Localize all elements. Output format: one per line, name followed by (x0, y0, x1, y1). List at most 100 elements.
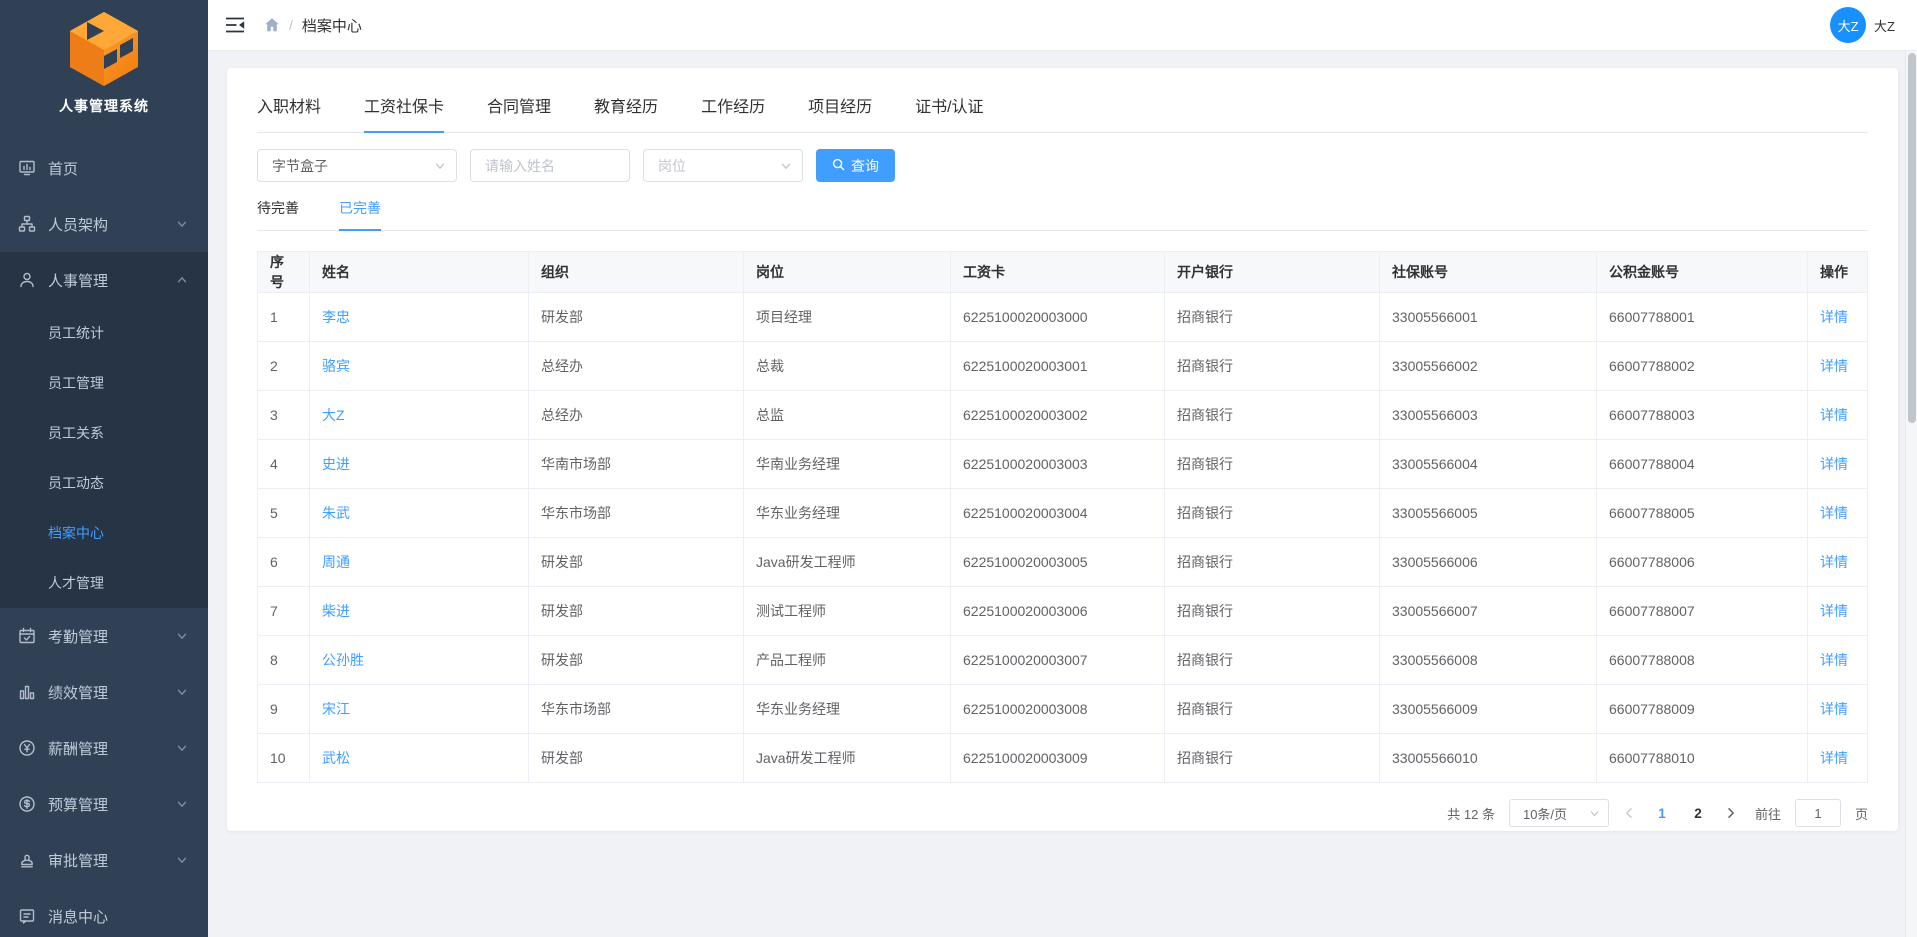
cell-org: 研发部 (529, 734, 744, 783)
cell-org: 总经办 (529, 342, 744, 391)
search-icon (832, 158, 845, 174)
cell-salary-card: 6225100020003001 (951, 342, 1165, 391)
page-scrollbar[interactable] (1905, 51, 1917, 937)
subtab[interactable]: 已完善 (339, 198, 381, 230)
sidebar-item[interactable]: 消息中心 (0, 888, 208, 937)
cell-name-link[interactable]: 李忠 (310, 293, 529, 342)
search-button[interactable]: 查询 (816, 149, 895, 182)
sidebar-group: 审批管理 (0, 832, 208, 888)
sidebar-item[interactable]: 首页 (0, 140, 208, 196)
cell-fund: 66007788002 (1597, 342, 1808, 391)
detail-link[interactable]: 详情 (1808, 391, 1868, 440)
cell-name-link[interactable]: 柴进 (310, 587, 529, 636)
home-icon[interactable] (264, 17, 280, 33)
cell-name-link[interactable]: 朱武 (310, 489, 529, 538)
tab[interactable]: 入职材料 (257, 84, 321, 132)
detail-link[interactable]: 详情 (1808, 685, 1868, 734)
sidebar-item[interactable]: 预算管理 (0, 776, 208, 832)
avatar[interactable]: 大Z (1830, 7, 1866, 43)
detail-link[interactable]: 详情 (1808, 440, 1868, 489)
sidebar-subitem[interactable]: 档案中心 (0, 508, 208, 558)
cell-position: 华南业务经理 (744, 440, 951, 489)
goto-page-input[interactable] (1795, 799, 1841, 827)
chevron-down-icon (176, 686, 188, 698)
sidebar-item[interactable]: 薪酬管理 (0, 720, 208, 776)
tab[interactable]: 工资社保卡 (364, 84, 444, 132)
cell-name-link[interactable]: 史进 (310, 440, 529, 489)
sidebar-item-label: 考勤管理 (48, 626, 108, 647)
table-row: 10武松研发部Java研发工程师6225100020003009招商银行3300… (258, 734, 1868, 783)
cell-org: 华南市场部 (529, 440, 744, 489)
sidebar-item-label: 预算管理 (48, 794, 108, 815)
goto-unit: 页 (1855, 804, 1868, 823)
cell-bank: 招商银行 (1165, 440, 1380, 489)
tab-bar: 入职材料工资社保卡合同管理教育经历工作经历项目经历证书/认证 (257, 84, 1868, 133)
detail-link[interactable]: 详情 (1808, 489, 1868, 538)
chevron-down-icon (176, 218, 188, 230)
tab[interactable]: 合同管理 (487, 84, 551, 132)
tab[interactable]: 教育经历 (594, 84, 658, 132)
sidebar-subitem[interactable]: 员工关系 (0, 408, 208, 458)
org-icon (18, 215, 36, 233)
dashboard-icon (18, 159, 36, 177)
sidebar-subitem[interactable]: 员工管理 (0, 358, 208, 408)
sidebar-item-label: 绩效管理 (48, 682, 108, 703)
detail-link[interactable]: 详情 (1808, 342, 1868, 391)
cell-salary-card: 6225100020003002 (951, 391, 1165, 440)
scrollbar-thumb[interactable] (1908, 53, 1916, 423)
prev-page-button[interactable] (1623, 807, 1635, 819)
cell-name-link[interactable]: 公孙胜 (310, 636, 529, 685)
sidebar-item[interactable]: 人员架构 (0, 196, 208, 252)
sidebar-subitem[interactable]: 人才管理 (0, 558, 208, 608)
subtab[interactable]: 待完善 (257, 198, 299, 230)
sidebar-subitem[interactable]: 员工动态 (0, 458, 208, 508)
column-header: 操作 (1808, 252, 1868, 293)
tab[interactable]: 工作经历 (701, 84, 765, 132)
chevron-down-icon (780, 160, 792, 172)
next-page-button[interactable] (1725, 807, 1737, 819)
cell-name-link[interactable]: 周通 (310, 538, 529, 587)
column-header: 社保账号 (1380, 252, 1597, 293)
archive-card: 入职材料工资社保卡合同管理教育经历工作经历项目经历证书/认证 字节盒子 岗位 (227, 68, 1898, 831)
records-table: 序号姓名组织岗位工资卡开户银行社保账号公积金账号操作 1李忠研发部项目经理622… (257, 251, 1868, 783)
cell-bank: 招商银行 (1165, 342, 1380, 391)
cell-bank: 招商银行 (1165, 293, 1380, 342)
sidebar-subitem[interactable]: 员工统计 (0, 308, 208, 358)
cell-name-link[interactable]: 武松 (310, 734, 529, 783)
cell-org: 研发部 (529, 293, 744, 342)
cell-name-link[interactable]: 大Z (310, 391, 529, 440)
sidebar-item[interactable]: 审批管理 (0, 832, 208, 888)
cell-position: 测试工程师 (744, 587, 951, 636)
page-number[interactable]: 2 (1685, 806, 1711, 821)
cell-fund: 66007788007 (1597, 587, 1808, 636)
tab[interactable]: 证书/认证 (915, 84, 983, 132)
company-select[interactable]: 字节盒子 (257, 149, 457, 182)
sidebar-item[interactable]: 绩效管理 (0, 664, 208, 720)
menu-fold-icon[interactable] (225, 16, 245, 34)
cell-index: 9 (258, 685, 310, 734)
tab[interactable]: 项目经历 (808, 84, 872, 132)
page-size-select[interactable]: 10条/页 (1509, 799, 1609, 827)
detail-link[interactable]: 详情 (1808, 538, 1868, 587)
sidebar-item[interactable]: 人事管理 (0, 252, 208, 308)
page-number[interactable]: 1 (1649, 806, 1675, 821)
cell-name-link[interactable]: 骆宾 (310, 342, 529, 391)
position-select[interactable]: 岗位 (643, 149, 803, 182)
name-input[interactable] (470, 149, 630, 182)
cell-position: 产品工程师 (744, 636, 951, 685)
detail-link[interactable]: 详情 (1808, 734, 1868, 783)
sidebar-group: 消息中心 (0, 888, 208, 937)
sidebar-item[interactable]: 考勤管理 (0, 608, 208, 664)
table-row: 9宋江华东市场部华东业务经理6225100020003008招商银行330055… (258, 685, 1868, 734)
detail-link[interactable]: 详情 (1808, 587, 1868, 636)
detail-link[interactable]: 详情 (1808, 636, 1868, 685)
detail-link[interactable]: 详情 (1808, 293, 1868, 342)
table-row: 5朱武华东市场部华东业务经理6225100020003004招商银行330055… (258, 489, 1868, 538)
cell-name-link[interactable]: 宋江 (310, 685, 529, 734)
sidebar-item-label: 人员架构 (48, 214, 108, 235)
cell-index: 2 (258, 342, 310, 391)
cell-salary-card: 6225100020003003 (951, 440, 1165, 489)
sidebar-item-label: 首页 (48, 158, 78, 179)
chevron-down-icon (176, 630, 188, 642)
cell-bank: 招商银行 (1165, 489, 1380, 538)
